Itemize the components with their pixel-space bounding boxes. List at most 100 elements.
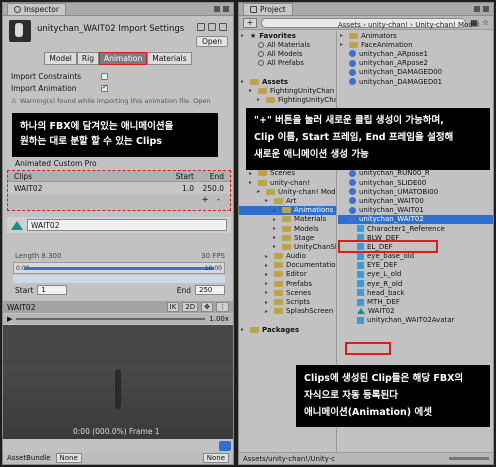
more-icon[interactable]: [219, 23, 227, 31]
asset-item-row[interactable]: unitychan_UMATOBI00: [338, 187, 493, 196]
expand-icon[interactable]: ▸: [249, 170, 255, 177]
tree-item-row[interactable]: ▸ FightingUnityChan: [239, 86, 336, 95]
add-clip-button[interactable]: +: [201, 195, 209, 205]
tree-item-row[interactable]: ▸ Audio: [239, 252, 336, 261]
curve-track[interactable]: [13, 275, 225, 283]
tree-item-row[interactable]: ▸ Editor: [239, 270, 336, 279]
expand-icon[interactable]: ▸: [340, 32, 346, 39]
expand-icon[interactable]: ▸: [273, 243, 279, 250]
clip-name-input[interactable]: WAIT02: [27, 219, 227, 231]
star-icon[interactable]: ☆: [482, 18, 489, 27]
tree-item-row[interactable]: ▸ Art: [239, 196, 336, 205]
expand-icon[interactable]: ▸: [340, 41, 346, 48]
menu-icon[interactable]: [483, 6, 489, 12]
tree-item-row[interactable]: ▸ FightingUnityCha: [239, 95, 336, 104]
asset-item-row[interactable]: unitychan_DAMAGED01: [338, 77, 493, 86]
expand-icon[interactable]: ▸: [265, 299, 271, 306]
tree-item-row[interactable]: ▸ Stage: [239, 233, 336, 242]
asset-item-row[interactable]: eye_L_old: [338, 270, 493, 279]
expand-icon[interactable]: ▸: [265, 253, 271, 260]
tab-animation[interactable]: Animation: [98, 52, 148, 65]
expand-icon[interactable]: ▸: [249, 87, 255, 94]
tree-item-row[interactable]: All Models: [239, 49, 336, 58]
expand-icon[interactable]: ▸: [265, 280, 271, 287]
expand-icon[interactable]: ▸: [265, 197, 271, 204]
tree-item-row[interactable]: ▸ Models: [239, 224, 336, 233]
asset-item-row[interactable]: WAIT02: [338, 307, 493, 316]
asset-item-row[interactable]: unitychan_SLIDE00: [338, 178, 493, 187]
ik-toggle[interactable]: IK: [166, 302, 180, 312]
create-button[interactable]: +: [243, 17, 257, 28]
asset-item-row[interactable]: ▸ Animators: [338, 31, 493, 40]
asset-item-row[interactable]: head_back: [338, 288, 493, 297]
assetbundle-variant-dropdown[interactable]: None: [202, 453, 229, 463]
preview-scrubber[interactable]: [16, 318, 206, 320]
import-animation-checkbox[interactable]: [101, 83, 108, 92]
assetbundle-dropdown[interactable]: None: [55, 453, 82, 463]
expand-icon[interactable]: ▸: [257, 188, 263, 195]
expand-icon[interactable]: ▸: [241, 326, 247, 333]
expand-icon[interactable]: ▸: [273, 216, 279, 223]
timeline-range[interactable]: [24, 267, 214, 270]
clip-timeline[interactable]: 0:00 10:00: [13, 262, 225, 274]
help-icon[interactable]: [197, 23, 205, 31]
asset-item-row[interactable]: ▸ FaceAnimation: [338, 40, 493, 49]
expand-icon[interactable]: ▸: [241, 78, 247, 85]
asset-item-row[interactable]: unitychan_WAIT02: [338, 214, 493, 224]
tree-item-row[interactable]: ▸ Scripts: [239, 297, 336, 306]
tab-materials[interactable]: Materials: [147, 52, 192, 65]
asset-item-row[interactable]: unitychan_WAIT00: [338, 196, 493, 205]
tab-rig[interactable]: Rig: [76, 52, 99, 65]
tree-item-row[interactable]: ▸ Scenes: [239, 169, 336, 178]
play-icon[interactable]: ▶: [7, 315, 12, 323]
expand-icon[interactable]: ▸: [241, 32, 247, 39]
tree-item-row[interactable]: ▸ Packages: [239, 325, 336, 334]
preset-icon[interactable]: [208, 23, 216, 31]
tree-item-row[interactable]: ▸ Materials: [239, 215, 336, 224]
open-button[interactable]: Open: [195, 36, 228, 47]
asset-item-row[interactable]: unitychan_WAIT01: [338, 206, 493, 215]
tree-item-row[interactable]: ▸ SplashScreen: [239, 307, 336, 316]
asset-item-row[interactable]: unitychan_DAMAGED00: [338, 68, 493, 77]
asset-item-row[interactable]: MTH_DEF: [338, 297, 493, 306]
size-slider[interactable]: [449, 457, 489, 460]
tree-item-row[interactable]: ▸ Scenes: [239, 288, 336, 297]
tree-item-row[interactable]: ▸ Unity-chan! Model: [239, 187, 336, 196]
asset-item-row[interactable]: unitychan_WAIT02Avatar: [338, 316, 493, 325]
tree-item-row[interactable]: All Materials: [239, 40, 336, 49]
start-input[interactable]: 1: [37, 285, 68, 295]
expand-icon[interactable]: ▸: [265, 262, 271, 269]
tree-item-row[interactable]: ▸ Prefabs: [239, 279, 336, 288]
tree-item-row[interactable]: ▸ Animations: [239, 205, 336, 215]
end-input[interactable]: 250: [195, 285, 225, 295]
expand-icon[interactable]: ▸: [273, 234, 279, 241]
animation-preview[interactable]: 0:00 (000.0%) Frame 1: [3, 325, 233, 439]
tab-inspector[interactable]: Inspector: [7, 3, 66, 15]
expand-icon[interactable]: ▸: [273, 207, 279, 214]
tree-item-row[interactable]: All Prefabs: [239, 59, 336, 68]
lock-icon[interactable]: [214, 6, 220, 12]
2d-toggle[interactable]: 2D: [182, 302, 199, 312]
expand-icon[interactable]: ▸: [273, 225, 279, 232]
tab-model[interactable]: Model: [44, 52, 77, 65]
window-menu[interactable]: [214, 6, 229, 12]
expand-icon[interactable]: ▸: [249, 179, 255, 186]
remove-clip-button[interactable]: -: [217, 195, 220, 205]
tree-item-row[interactable]: ▸ ★ Favorites: [239, 31, 336, 40]
tree-item-row[interactable]: ▸ Assets: [239, 77, 336, 86]
expand-icon[interactable]: ▸: [265, 289, 271, 296]
lock-icon[interactable]: [474, 6, 480, 12]
import-constraints-checkbox[interactable]: [101, 73, 108, 80]
tree-item-row[interactable]: ▸ Documentation: [239, 261, 336, 270]
preview-badge[interactable]: [219, 441, 231, 451]
tab-project[interactable]: Project: [243, 3, 293, 15]
asset-item-row[interactable]: unitychan_ARpose1: [338, 49, 493, 58]
more-icon[interactable]: ⋮: [216, 302, 229, 312]
tree-item-row[interactable]: ▸ unity-chan!: [239, 178, 336, 187]
expand-icon[interactable]: ▸: [265, 271, 271, 278]
menu-icon[interactable]: [223, 6, 229, 12]
pivot-icon[interactable]: ✥: [201, 302, 213, 312]
asset-item-row[interactable]: Character1_Reference: [338, 224, 493, 233]
expand-icon[interactable]: ▸: [265, 308, 271, 315]
asset-item-row[interactable]: EYE_DEF: [338, 261, 493, 270]
